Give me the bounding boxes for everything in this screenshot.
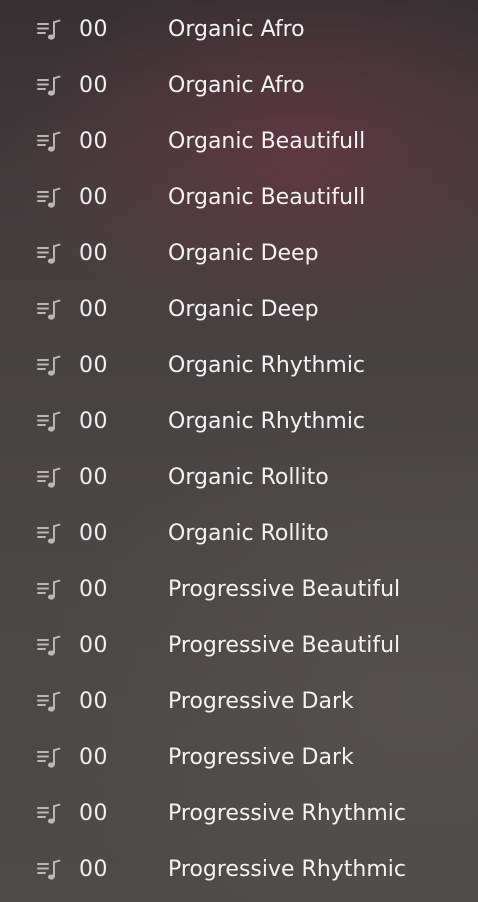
playlist-item-title: Organic Rhythmic	[168, 409, 366, 434]
playlist-row[interactable]: 00 Progressive Rhythmic	[0, 842, 478, 898]
playlist-item-title: Progressive Dark	[168, 689, 354, 714]
playlist-item-title: Progressive Rhythmic	[168, 801, 407, 826]
playlist-item-title: Progressive Dark	[168, 745, 354, 770]
playlist-item-number: 00	[79, 801, 108, 826]
playlist-item-number: 00	[79, 409, 108, 434]
playlist-item-number: 00	[79, 857, 108, 882]
music-note-list-icon	[36, 690, 62, 714]
music-note-list-icon	[36, 578, 62, 602]
music-note-list-icon	[36, 410, 62, 434]
playlist-item-number: 00	[79, 241, 108, 266]
playlist-item-number: 00	[79, 465, 108, 490]
music-note-list-icon	[36, 242, 62, 266]
music-note-list-icon	[36, 522, 62, 546]
music-note-list-icon	[36, 186, 62, 210]
playlist-item-title: Organic Afro	[168, 73, 305, 98]
playlist-item-title: Organic Deep	[168, 241, 319, 266]
playlist-item-number: 00	[79, 521, 108, 546]
playlist-row[interactable]: 00 Progressive Rhythmic	[0, 786, 478, 842]
playlist-item-number: 00	[79, 353, 108, 378]
playlist-item-number: 00	[79, 185, 108, 210]
playlist-item-number: 00	[79, 17, 108, 42]
playlist-item-title: Progressive Rhythmic	[168, 857, 407, 882]
playlist-item-title: Organic Deep	[168, 297, 319, 322]
playlist-row[interactable]: 00 Organic Beautifull	[0, 170, 478, 226]
playlist-item-number: 00	[79, 73, 108, 98]
playlist-item-number: 00	[79, 633, 108, 658]
playlist-item-title: Organic Rhythmic	[168, 353, 366, 378]
playlist-row[interactable]: 00 Progressive Beautiful	[0, 562, 478, 618]
playlist-row[interactable]: 00 Organic Afro	[0, 2, 478, 58]
playlist-row[interactable]: 00 Organic Beautifull	[0, 114, 478, 170]
music-note-list-icon	[36, 18, 62, 42]
music-note-list-icon	[36, 466, 62, 490]
music-note-list-icon	[36, 858, 62, 882]
music-note-list-icon	[36, 802, 62, 826]
playlist-item-title: Progressive Beautiful	[168, 633, 401, 658]
playlist-row[interactable]: 00 Organic Rollito	[0, 450, 478, 506]
playlist-row[interactable]: 00 Progressive Dark	[0, 674, 478, 730]
music-note-list-icon	[36, 354, 62, 378]
playlist-row[interactable]: 00 Organic Rollito	[0, 506, 478, 562]
playlist-row[interactable]: 00 Organic Deep	[0, 282, 478, 338]
playlist-item-title: Organic Beautifull	[168, 185, 366, 210]
playlist-item-title: Organic Rollito	[168, 521, 329, 546]
playlist-row[interactable]: 00 Progressive Dark	[0, 730, 478, 786]
playlist: 00 Organic Afro 00 Organic Afro 00 Organic …	[0, 2, 478, 898]
music-note-list-icon	[36, 130, 62, 154]
playlist-row[interactable]: 00 Organic Deep	[0, 226, 478, 282]
playlist-item-number: 00	[79, 129, 108, 154]
playlist-item-title: Progressive Beautiful	[168, 577, 401, 602]
music-note-list-icon	[36, 634, 62, 658]
playlist-row[interactable]: 00 Organic Rhythmic	[0, 338, 478, 394]
playlist-row[interactable]: 00 Organic Afro	[0, 58, 478, 114]
playlist-item-number: 00	[79, 297, 108, 322]
music-note-list-icon	[36, 298, 62, 322]
playlist-row[interactable]: 00 Organic Rhythmic	[0, 394, 478, 450]
playlist-item-number: 00	[79, 745, 108, 770]
music-note-list-icon	[36, 746, 62, 770]
playlist-item-title: Organic Rollito	[168, 465, 329, 490]
music-note-list-icon	[36, 74, 62, 98]
playlist-item-number: 00	[79, 577, 108, 602]
playlist-item-number: 00	[79, 689, 108, 714]
playlist-item-title: Organic Beautifull	[168, 129, 366, 154]
playlist-item-title: Organic Afro	[168, 17, 305, 42]
playlist-row[interactable]: 00 Progressive Beautiful	[0, 618, 478, 674]
